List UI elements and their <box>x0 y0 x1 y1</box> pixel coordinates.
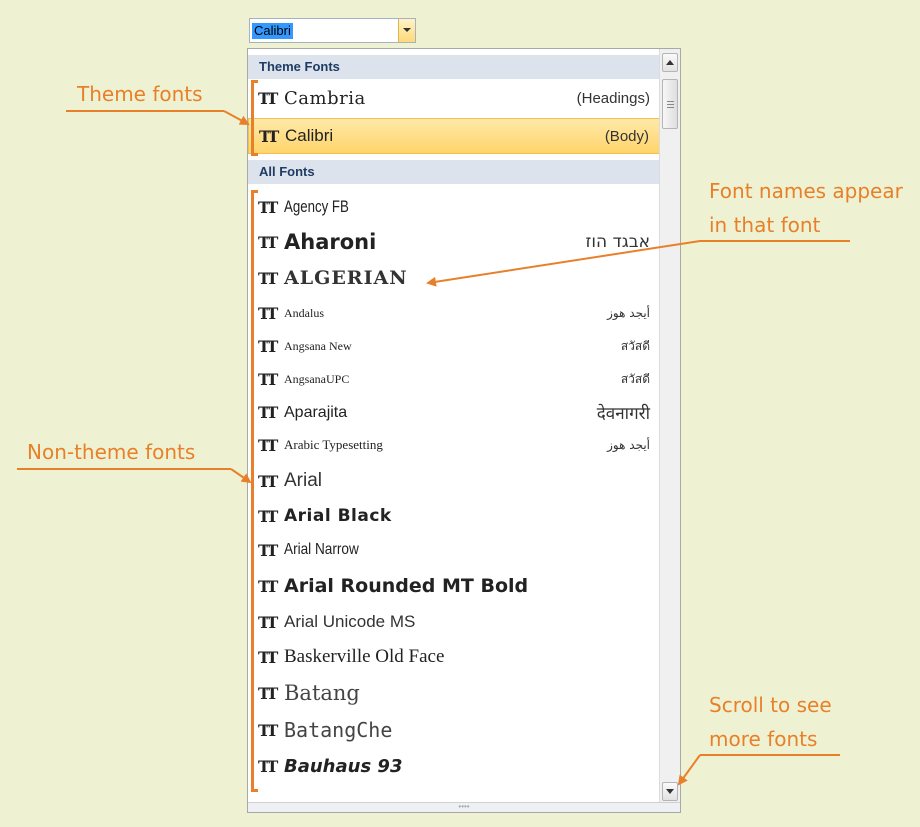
annotation-scroll-line1: Scroll to see <box>709 693 832 717</box>
arrow-up-icon <box>666 60 674 65</box>
font-item-bauhaus-93[interactable]: TT Bauhaus 93 <box>248 749 660 783</box>
font-item-angsana-new[interactable]: TT Angsana New สวัสดี <box>248 330 660 362</box>
scroll-down-button[interactable] <box>662 782 678 801</box>
scroll-up-button[interactable] <box>662 53 678 72</box>
font-item-label: Arial <box>284 470 323 491</box>
font-item-aparajita[interactable]: TT Aparajita देवनागरी <box>248 396 660 429</box>
annotation-underline <box>17 468 231 470</box>
font-item-sample: أيجد هوز <box>607 438 650 452</box>
font-item-tag: (Headings) <box>576 89 650 107</box>
font-item-andalus[interactable]: TT Andalus أيجد هوز <box>248 297 660 329</box>
truetype-icon: TT <box>258 612 278 632</box>
truetype-icon: TT <box>258 647 278 667</box>
font-item-tag: (Body) <box>604 127 649 145</box>
truetype-icon: TT <box>258 435 278 455</box>
font-item-calibri[interactable]: TT Calibri (Body) <box>248 118 660 154</box>
truetype-icon: TT <box>258 88 278 108</box>
scroll-thumb[interactable] <box>662 79 678 129</box>
theme-fonts-bracket <box>251 80 258 156</box>
truetype-icon: TT <box>258 268 278 288</box>
font-list: Theme Fonts TT Cambria (Headings) TT Cal… <box>248 49 660 804</box>
truetype-icon: TT <box>258 540 278 560</box>
font-item-label: AngsanaUPC <box>284 371 350 386</box>
font-item-label: Arial Rounded MT Bold <box>284 575 529 597</box>
annotation-font-names-line2: in that font <box>709 213 821 237</box>
truetype-icon: TT <box>258 232 278 252</box>
truetype-icon: TT <box>258 506 278 526</box>
truetype-icon: TT <box>258 197 278 217</box>
font-item-label: Andalus <box>284 305 324 320</box>
font-item-label: Baskerville Old Face <box>284 646 445 667</box>
truetype-icon: TT <box>258 471 278 491</box>
truetype-icon: TT <box>258 369 278 389</box>
vertical-scrollbar[interactable] <box>659 49 680 804</box>
font-item-label: Cambria <box>284 87 366 109</box>
font-item-label: Arabic Typesetting <box>284 437 383 452</box>
truetype-icon: TT <box>258 303 278 323</box>
arrow-scroll <box>677 754 701 786</box>
annotation-underline <box>66 110 224 112</box>
font-item-baskerville-old-face[interactable]: TT Baskerville Old Face <box>248 640 660 674</box>
font-item-batangche[interactable]: TT BatangChe <box>248 712 660 748</box>
annotation-underline <box>700 754 840 756</box>
font-item-label: Batang <box>284 681 360 705</box>
arrow-down-icon <box>666 789 674 794</box>
resize-grip[interactable]: •••• <box>248 802 680 812</box>
font-name-combo[interactable]: Calibri <box>249 18 416 43</box>
font-item-arial-rounded-mt-bold[interactable]: TT Arial Rounded MT Bold <box>248 568 660 604</box>
font-item-arial-unicode-ms[interactable]: TT Arial Unicode MS <box>248 605 660 639</box>
font-item-label: Calibri <box>285 126 334 145</box>
arrow-theme-fonts <box>223 110 250 125</box>
font-item-batang[interactable]: TT Batang <box>248 675 660 711</box>
font-item-label: Agency FB <box>284 197 349 216</box>
font-item-sample: أيجد هوز <box>607 306 650 320</box>
font-item-cambria[interactable]: TT Cambria (Headings) <box>248 81 660 115</box>
truetype-icon: TT <box>258 720 278 740</box>
font-item-label: Aharoni <box>284 230 377 254</box>
annotation-underline <box>700 240 850 242</box>
font-item-label: BatangChe <box>284 718 393 742</box>
font-item-label: Bauhaus 93 <box>284 755 403 777</box>
annotation-font-names-line1: Font names appear <box>709 179 903 203</box>
font-item-label: Aparajita <box>284 403 348 421</box>
font-item-label: Arial Unicode MS <box>284 612 416 631</box>
annotation-scroll-line2: more fonts <box>709 727 818 751</box>
font-item-sample: אבגד הוז <box>585 232 650 252</box>
truetype-icon: TT <box>258 756 278 776</box>
font-item-angsanaupc[interactable]: TT AngsanaUPC สวัสดี <box>248 363 660 395</box>
font-dropdown-button[interactable] <box>398 19 415 42</box>
font-dropdown-panel: Theme Fonts TT Cambria (Headings) TT Cal… <box>247 48 681 813</box>
font-item-aharoni[interactable]: TT Aharoni אבגד הוז <box>248 224 660 260</box>
non-theme-fonts-bracket <box>251 190 258 792</box>
font-name-value[interactable]: Calibri <box>252 23 293 39</box>
font-item-label: Angsana New <box>284 338 352 353</box>
truetype-icon: TT <box>258 403 278 422</box>
annotation-non-theme-fonts: Non-theme fonts <box>27 440 196 464</box>
truetype-icon: TT <box>259 126 279 146</box>
chevron-down-icon <box>403 28 411 32</box>
font-item-label: Arial Narrow <box>284 541 359 558</box>
font-item-sample: สวัสดี <box>620 338 650 353</box>
font-item-arial-black[interactable]: TT Arial Black <box>248 499 660 533</box>
theme-fonts-header: Theme Fonts <box>248 55 660 79</box>
font-item-agency-fb[interactable]: TT Agency FB <box>248 190 660 224</box>
font-item-label: ALGERIAN <box>284 267 408 289</box>
all-fonts-header: All Fonts <box>248 160 660 184</box>
truetype-icon: TT <box>258 576 278 596</box>
font-item-arial[interactable]: TT Arial <box>248 464 660 498</box>
truetype-icon: TT <box>258 336 278 356</box>
truetype-icon: TT <box>258 683 278 703</box>
font-item-algerian[interactable]: TT ALGERIAN <box>248 261 660 295</box>
font-item-arial-narrow[interactable]: TT Arial Narrow <box>248 534 660 566</box>
annotation-theme-fonts: Theme fonts <box>77 82 203 106</box>
font-item-label: Arial Black <box>284 506 392 526</box>
font-item-arabic-typesetting[interactable]: TT Arabic Typesetting أيجد هوز <box>248 429 660 461</box>
font-item-sample: สวัสดี <box>620 371 650 386</box>
font-item-sample: देवनागरी <box>596 404 650 424</box>
